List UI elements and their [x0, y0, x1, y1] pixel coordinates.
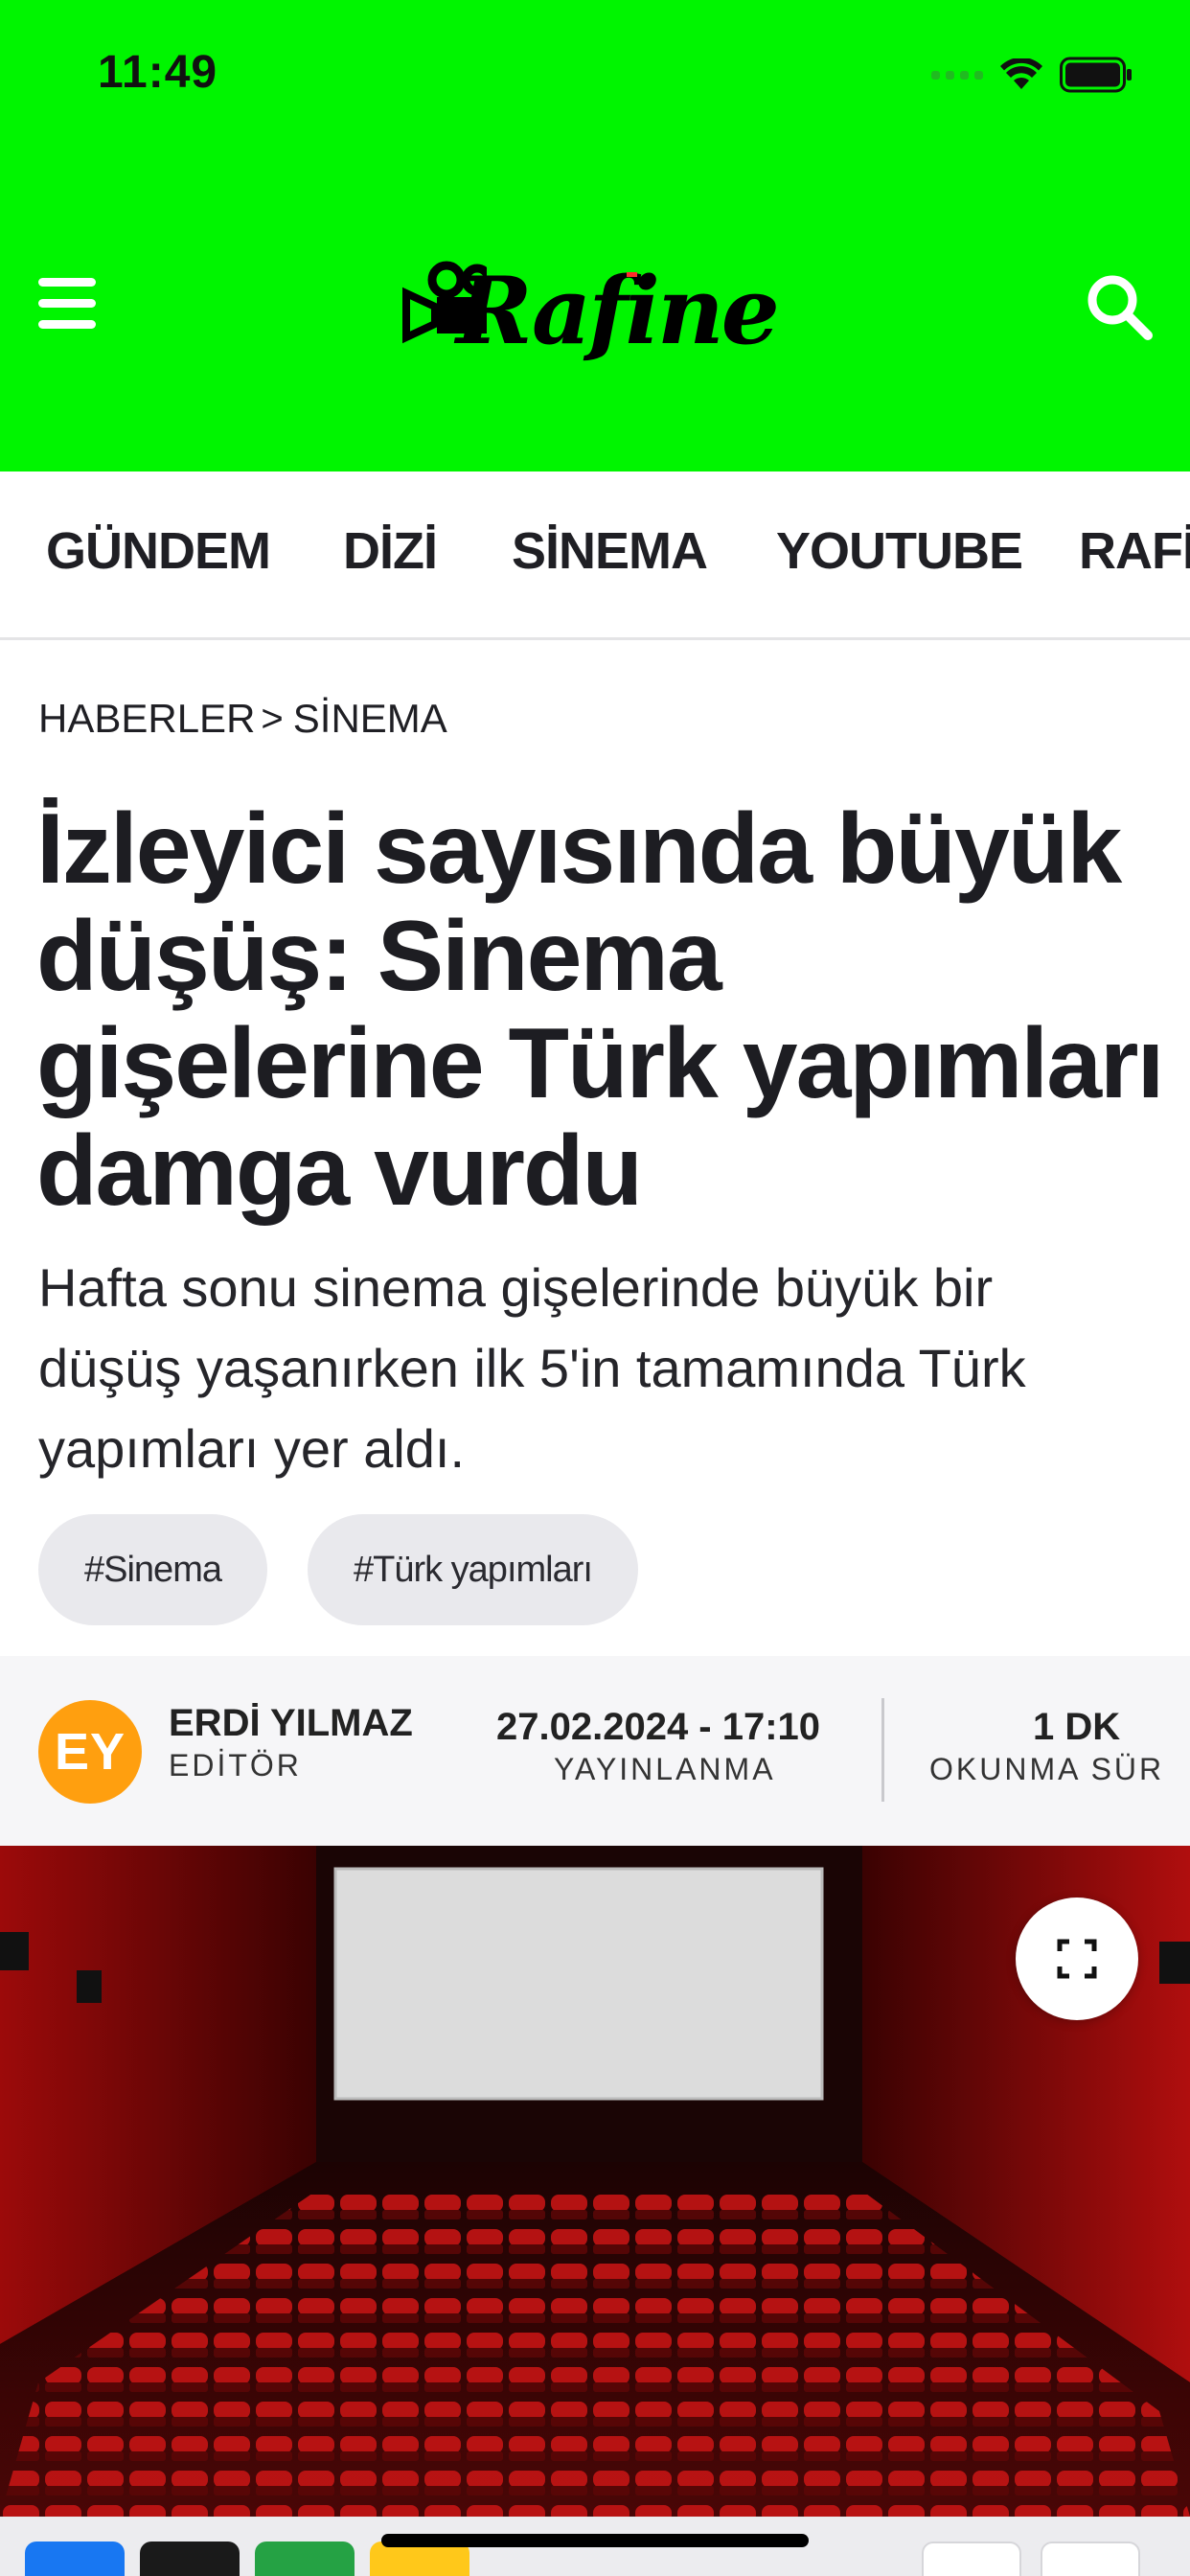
- category-youtube[interactable]: YOUTUBE: [776, 521, 1023, 581]
- breadcrumb-separator: >: [261, 697, 284, 740]
- category-nav: GÜNDEM DİZİ SİNEMA YOUTUBE RAFİ: [0, 472, 1190, 640]
- author-name[interactable]: ERDİ YILMAZ: [169, 1702, 413, 1745]
- fullscreen-expand-icon[interactable]: [1016, 1898, 1138, 2020]
- tag-sinema[interactable]: #Sinema: [38, 1514, 267, 1625]
- category-rafi[interactable]: RAFİ: [1079, 521, 1190, 581]
- author-role: EDİTÖR: [169, 1748, 302, 1782]
- font-increase-icon[interactable]: [1041, 2542, 1140, 2576]
- article-summary: Hafta sonu sinema gişelerinde büyük bir …: [38, 1257, 1026, 1479]
- read-time-label: OKUNMA SÜR: [929, 1752, 1165, 1786]
- status-icons: [931, 56, 1133, 94]
- article-meta-bar: EY ERDİ YILMAZ EDİTÖR 27.02.2024 - 17:10…: [0, 1656, 1190, 1846]
- logo-accent: [627, 272, 637, 277]
- status-time: 11:49: [98, 47, 218, 98]
- breadcrumb-current[interactable]: SİNEMA: [293, 696, 447, 742]
- font-size-icon[interactable]: [922, 2542, 1021, 2576]
- meta-divider: [881, 1698, 884, 1802]
- cellular-signal-icon: [931, 70, 983, 80]
- search-icon[interactable]: [1083, 270, 1156, 343]
- wifi-icon: [1000, 58, 1042, 89]
- hamburger-menu-icon[interactable]: [36, 276, 98, 330]
- article-hero-image[interactable]: [0, 1846, 1190, 2517]
- category-dizi[interactable]: DİZİ: [343, 521, 438, 581]
- logo-wordmark: Rafine: [456, 257, 780, 365]
- rafine-logo[interactable]: Rafine: [400, 255, 784, 364]
- battery-icon: [1060, 57, 1132, 93]
- tag-turk-yapimlari[interactable]: #Türk yapımları: [307, 1514, 638, 1625]
- category-sinema[interactable]: SİNEMA: [512, 521, 708, 581]
- whatsapp-icon[interactable]: [255, 2542, 355, 2576]
- publish-date-label: YAYINLANMA: [554, 1752, 776, 1786]
- breadcrumb: HABERLER > SİNEMA: [38, 696, 447, 742]
- app-header: 11:49 Rafine: [0, 0, 1190, 472]
- read-time: 1 DK: [1033, 1706, 1121, 1748]
- breadcrumb-root[interactable]: HABERLER: [38, 696, 255, 742]
- x-twitter-icon[interactable]: [140, 2542, 240, 2576]
- home-indicator: [381, 2534, 809, 2547]
- author-avatar[interactable]: EY: [38, 1700, 142, 1804]
- tag-list: #Sinema #Türk yapımları: [38, 1514, 638, 1625]
- article-title: İzleyici sayısında büyük düşüş: Sinema g…: [36, 794, 1164, 1227]
- publish-date: 27.02.2024 - 17:10: [496, 1706, 821, 1748]
- category-gundem[interactable]: GÜNDEM: [46, 521, 271, 581]
- facebook-icon[interactable]: [25, 2542, 125, 2576]
